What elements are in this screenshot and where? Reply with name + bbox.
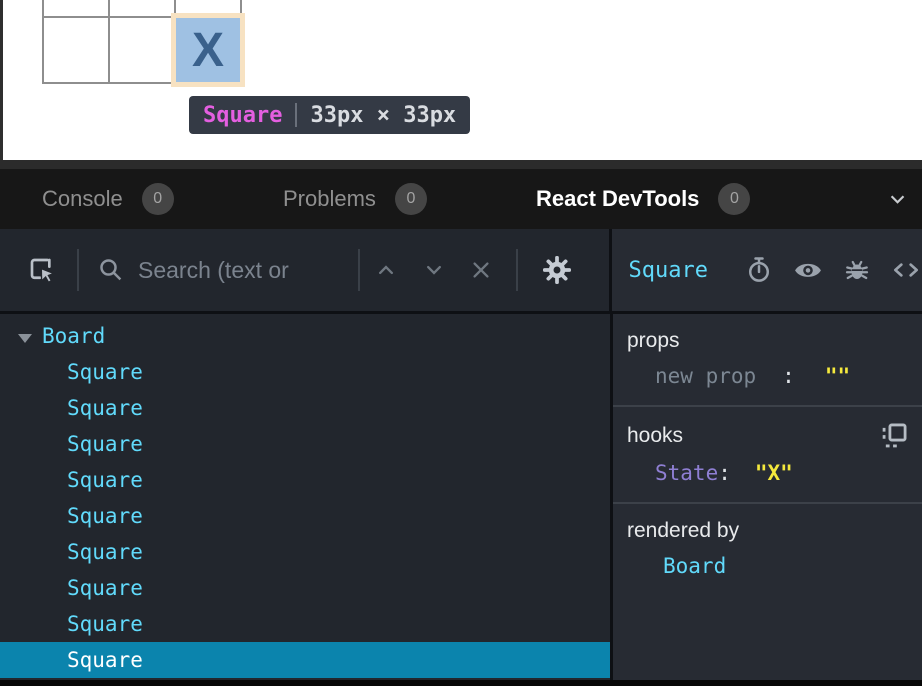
state-hook-key: State bbox=[655, 461, 718, 485]
tab-problems[interactable]: Problems 0 bbox=[283, 169, 427, 229]
tree-row-square[interactable]: Square bbox=[0, 426, 610, 462]
components-toolbar bbox=[0, 229, 612, 311]
state-hook-row[interactable]: State: "X" bbox=[627, 461, 908, 485]
tree-row-label: Square bbox=[67, 648, 143, 672]
rendered-by-header: rendered by bbox=[627, 519, 739, 543]
toolbar-divider bbox=[77, 249, 79, 291]
tab-react-devtools-badge: 0 bbox=[718, 183, 750, 215]
tree-row-square[interactable]: Square bbox=[0, 354, 610, 390]
inspect-element-icon[interactable] bbox=[26, 254, 58, 286]
tree-row-label: Board bbox=[42, 324, 105, 348]
tooltip-dimensions: 33px × 33px bbox=[310, 103, 456, 128]
board-cell[interactable] bbox=[176, 0, 240, 16]
search-input[interactable] bbox=[138, 257, 358, 284]
tree-row-square-selected[interactable]: Square bbox=[0, 642, 610, 678]
tooltip-divider bbox=[295, 103, 297, 127]
devtools-tabbar: Console 0 Problems 0 React DevTools 0 bbox=[0, 169, 922, 229]
inspected-element-header: Square bbox=[612, 229, 922, 311]
tree-row-label: Square bbox=[67, 612, 143, 636]
clear-icon[interactable] bbox=[467, 256, 495, 284]
browser-viewport: X Square 33px × 33px bbox=[0, 0, 922, 160]
tree-row-label: Square bbox=[67, 540, 143, 564]
screen: X Square 33px × 33px Console 0 Problems … bbox=[0, 0, 922, 686]
stopwatch-icon[interactable] bbox=[744, 255, 774, 285]
board-cell[interactable] bbox=[110, 0, 174, 16]
tree-row-label: Square bbox=[67, 360, 143, 384]
chevron-up-icon[interactable] bbox=[372, 256, 400, 284]
rendered-by-owner-link[interactable]: Board bbox=[627, 554, 726, 578]
tree-row-square[interactable]: Square bbox=[0, 534, 610, 570]
tree-row-label: Square bbox=[67, 504, 143, 528]
tree-row-board[interactable]: Board bbox=[0, 318, 610, 354]
inspect-overlay-tooltip: Square 33px × 33px bbox=[189, 96, 470, 134]
toolbar-divider bbox=[358, 249, 360, 291]
board-cell[interactable] bbox=[44, 18, 108, 82]
tab-console-label: Console bbox=[42, 186, 123, 212]
hooks-header: hooks bbox=[627, 424, 683, 448]
react-devtools-toolbar: Square bbox=[0, 229, 922, 311]
props-header: props bbox=[627, 329, 680, 353]
tree-row-square[interactable]: Square bbox=[0, 606, 610, 642]
tree-row-label: Square bbox=[67, 468, 143, 492]
parse-hooks-icon[interactable] bbox=[880, 422, 908, 450]
tab-react-devtools[interactable]: React DevTools 0 bbox=[536, 169, 750, 229]
tree-row-square[interactable]: Square bbox=[0, 390, 610, 426]
tree-row-label: Square bbox=[67, 396, 143, 420]
component-tree: Board Square Square Square Square Square… bbox=[0, 314, 613, 680]
code-icon[interactable] bbox=[890, 254, 922, 286]
expand-caret-icon[interactable] bbox=[18, 334, 32, 343]
rendered-by-section: rendered by Board bbox=[613, 504, 922, 595]
react-devtools-main: Board Square Square Square Square Square… bbox=[0, 314, 922, 680]
tree-row-label: Square bbox=[67, 432, 143, 456]
state-hook-value[interactable]: "X" bbox=[755, 461, 793, 485]
hooks-section: hooks State: "X" bbox=[613, 407, 922, 504]
colon: : bbox=[718, 461, 731, 485]
tic-tac-toe-board: X bbox=[42, 0, 242, 84]
gear-icon[interactable] bbox=[541, 254, 573, 286]
eye-icon[interactable] bbox=[792, 254, 824, 286]
bottom-edge-bar bbox=[0, 680, 922, 686]
inspected-element-panel: props new prop: "" hooks bbox=[613, 314, 922, 680]
colon: : bbox=[782, 364, 795, 388]
new-prop-value[interactable]: "" bbox=[825, 364, 850, 388]
board-cell[interactable] bbox=[44, 0, 108, 16]
tooltip-component-name: Square bbox=[203, 103, 282, 128]
tree-row-square[interactable]: Square bbox=[0, 570, 610, 606]
tab-console-badge: 0 bbox=[142, 183, 174, 215]
devtools-drag-handle[interactable] bbox=[0, 160, 922, 169]
bug-icon[interactable] bbox=[842, 255, 872, 285]
tree-row-square[interactable]: Square bbox=[0, 462, 610, 498]
toolbar-divider bbox=[516, 249, 518, 291]
new-prop-row[interactable]: new prop: "" bbox=[627, 364, 908, 388]
new-prop-key[interactable]: new prop bbox=[655, 364, 756, 388]
tree-row-square[interactable]: Square bbox=[0, 498, 610, 534]
chevron-down-icon[interactable] bbox=[420, 256, 448, 284]
tab-problems-badge: 0 bbox=[395, 183, 427, 215]
search-icon bbox=[96, 255, 126, 285]
inspected-component-title: Square bbox=[629, 258, 708, 283]
tree-row-label: Square bbox=[67, 576, 143, 600]
tab-react-devtools-label: React DevTools bbox=[536, 186, 699, 212]
props-section: props new prop: "" bbox=[613, 314, 922, 407]
chevron-down-icon[interactable] bbox=[884, 186, 910, 212]
board-cell[interactable] bbox=[110, 18, 174, 82]
board-cell-inspected[interactable]: X bbox=[176, 18, 240, 82]
tab-problems-label: Problems bbox=[283, 186, 376, 212]
tab-console[interactable]: Console 0 bbox=[42, 169, 174, 229]
